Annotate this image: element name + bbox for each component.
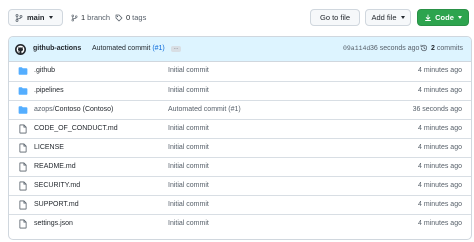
- chevron-down-icon: [400, 16, 405, 19]
- commits-count: 2: [431, 44, 435, 52]
- commit-sha[interactable]: 09a114d: [343, 45, 370, 52]
- list-item: SECURITY.md Initial commit 4 minutes ago: [9, 176, 471, 195]
- expand-commit-button[interactable]: …: [171, 46, 181, 52]
- file-commit-message[interactable]: Initial commit: [168, 87, 209, 94]
- file-name-link[interactable]: SECURITY.md: [34, 182, 80, 189]
- tags-label: tags: [132, 13, 147, 22]
- list-item: SUPPORT.md Initial commit 4 minutes ago: [9, 195, 471, 214]
- list-item: CODE_OF_CONDUCT.md Initial commit 4 minu…: [9, 119, 471, 138]
- file-commit-message[interactable]: Initial commit: [168, 201, 209, 208]
- download-icon: [424, 14, 432, 22]
- file-icon: [18, 162, 28, 172]
- branch-name: main: [27, 13, 45, 22]
- repo-toolbar: main 1 branch 0 tags Go to file Add file…: [0, 0, 474, 34]
- file-name-link[interactable]: README.md: [34, 163, 76, 170]
- commit-author[interactable]: github-actions: [33, 45, 81, 52]
- file-name-link[interactable]: CODE_OF_CONDUCT.md: [34, 125, 118, 132]
- file-icon: [18, 124, 28, 134]
- commits-history-link[interactable]: 2 commits: [420, 44, 463, 52]
- file-list: .github Initial commit 4 minutes ago .pi…: [9, 62, 471, 233]
- list-item: settings.json Initial commit 4 minutes a…: [9, 214, 471, 233]
- file-commit-time: 4 minutes ago: [418, 67, 462, 74]
- file-commit-time: 4 minutes ago: [418, 220, 462, 227]
- latest-commit-bar: github-actions Automated commit (#1) … 0…: [9, 37, 471, 62]
- file-icon: [18, 219, 28, 229]
- commit-pr-link[interactable]: (#1): [152, 45, 164, 52]
- folder-path-name: Contoso (Contoso): [54, 106, 114, 113]
- git-branch-icon: [71, 14, 78, 22]
- list-item: .pipelines Initial commit 4 minutes ago: [9, 81, 471, 100]
- file-commit-message[interactable]: Initial commit: [168, 220, 209, 227]
- file-commit-message[interactable]: Initial commit: [168, 67, 209, 74]
- branches-link[interactable]: 1 branch: [71, 9, 110, 26]
- folder-path-prefix: azops/: [34, 106, 55, 113]
- github-logo-icon: [16, 45, 25, 54]
- file-commit-time: 36 seconds ago: [412, 106, 462, 113]
- commit-time: 36 seconds ago: [370, 45, 420, 52]
- avatar[interactable]: [15, 44, 26, 55]
- file-commit-message[interactable]: Initial commit: [168, 144, 209, 151]
- tags-count: 0: [126, 13, 131, 22]
- file-browser: github-actions Automated commit (#1) … 0…: [8, 36, 472, 240]
- branches-count: 1: [81, 13, 86, 22]
- file-commit-time: 4 minutes ago: [418, 163, 462, 170]
- add-file-label: Add file: [371, 13, 397, 22]
- file-icon: [18, 143, 28, 153]
- list-item: .github Initial commit 4 minutes ago: [9, 62, 471, 81]
- file-icon: [18, 200, 28, 210]
- git-branch-icon: [15, 13, 23, 22]
- code-label: Code: [435, 13, 454, 22]
- tag-icon: [115, 14, 123, 22]
- folder-icon: [18, 66, 28, 76]
- chevron-down-icon: [48, 16, 53, 19]
- file-name-link[interactable]: .github: [34, 67, 55, 74]
- commit-message[interactable]: Automated commit (#1): [92, 45, 165, 52]
- tags-link[interactable]: 0 tags: [115, 9, 146, 26]
- list-item: azops/Contoso (Contoso) Automated commit…: [9, 100, 471, 119]
- file-name-link[interactable]: azops/Contoso (Contoso): [34, 106, 113, 113]
- go-to-file-label: Go to file: [319, 13, 350, 22]
- commits-label: commits: [436, 44, 463, 52]
- file-icon: [18, 181, 28, 191]
- file-name-link[interactable]: settings.json: [34, 220, 73, 227]
- branches-label: branch: [87, 13, 111, 22]
- file-commit-message[interactable]: Initial commit: [168, 182, 209, 189]
- list-item: README.md Initial commit 4 minutes ago: [9, 157, 471, 176]
- file-commit-time: 4 minutes ago: [418, 182, 462, 189]
- code-button[interactable]: Code: [417, 9, 469, 26]
- file-commit-message[interactable]: Initial commit: [168, 163, 209, 170]
- commit-message-text: Automated commit: [92, 45, 151, 52]
- folder-icon: [18, 105, 28, 115]
- file-commit-time: 4 minutes ago: [418, 144, 462, 151]
- file-commit-message[interactable]: Automated commit (#1): [168, 106, 241, 113]
- go-to-file-button[interactable]: Go to file: [310, 9, 360, 26]
- file-name-link[interactable]: SUPPORT.md: [34, 201, 79, 208]
- history-icon: [420, 44, 428, 52]
- file-commit-time: 4 minutes ago: [418, 125, 462, 132]
- file-name-link[interactable]: LICENSE: [34, 144, 64, 151]
- file-name-link[interactable]: .pipelines: [34, 87, 64, 94]
- folder-icon: [18, 86, 28, 96]
- add-file-button[interactable]: Add file: [365, 9, 411, 26]
- chevron-down-icon: [457, 16, 462, 19]
- list-item: LICENSE Initial commit 4 minutes ago: [9, 138, 471, 157]
- file-commit-time: 4 minutes ago: [418, 201, 462, 208]
- file-commit-message[interactable]: Initial commit: [168, 125, 209, 132]
- branch-selector-button[interactable]: main: [8, 9, 63, 26]
- file-commit-time: 4 minutes ago: [418, 87, 462, 94]
